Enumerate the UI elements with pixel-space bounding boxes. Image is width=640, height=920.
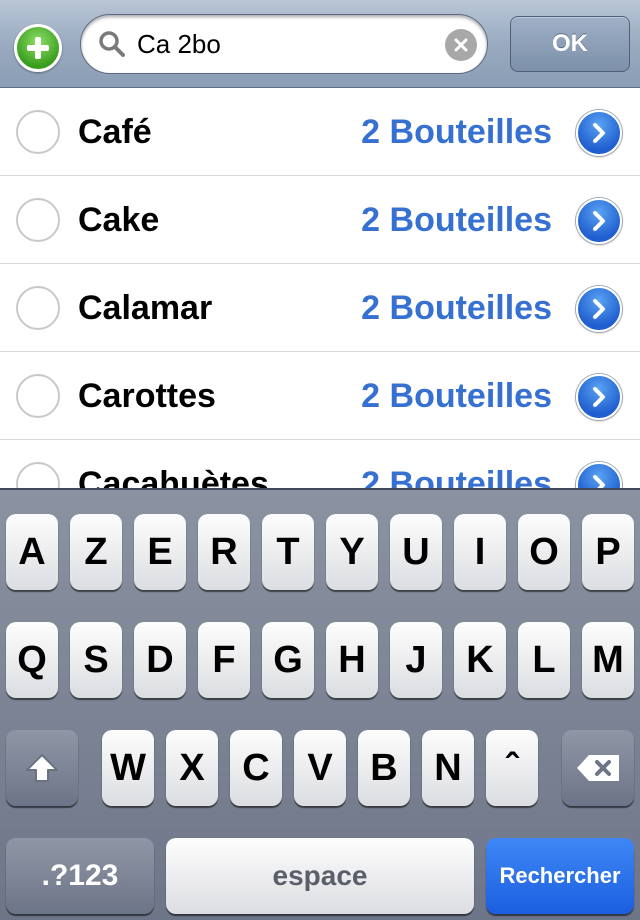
add-item-button[interactable] <box>14 24 62 72</box>
key-k[interactable]: K <box>454 622 506 698</box>
list-item[interactable]: Café 2 Bouteilles <box>0 88 640 176</box>
item-quantity: 2 Bouteilles <box>361 289 552 327</box>
item-quantity: 2 Bouteilles <box>361 113 552 151</box>
item-name: Café <box>78 113 152 151</box>
key-d[interactable]: D <box>134 622 186 698</box>
ok-button[interactable]: OK <box>510 16 630 72</box>
key-p[interactable]: P <box>582 514 634 590</box>
item-name: Carottes <box>78 377 216 415</box>
search-icon <box>99 31 125 57</box>
backspace-key[interactable] <box>562 730 634 806</box>
search-field[interactable] <box>80 14 488 74</box>
item-quantity: 2 Bouteilles <box>361 465 552 488</box>
search-input[interactable] <box>137 23 447 65</box>
key-s[interactable]: S <box>70 622 122 698</box>
item-name: Cake <box>78 201 160 239</box>
key-j[interactable]: J <box>390 622 442 698</box>
item-quantity: 2 Bouteilles <box>361 201 552 239</box>
key-c[interactable]: C <box>230 730 282 806</box>
key-g[interactable]: G <box>262 622 314 698</box>
key-r[interactable]: R <box>198 514 250 590</box>
key-a[interactable]: A <box>6 514 58 590</box>
key-e[interactable]: E <box>134 514 186 590</box>
space-key[interactable]: espace <box>166 838 474 914</box>
key-o[interactable]: O <box>518 514 570 590</box>
detail-disclosure-button[interactable] <box>576 462 622 488</box>
shift-key[interactable] <box>6 730 78 806</box>
item-name: Cacahuètes <box>78 465 269 488</box>
plus-icon <box>27 37 49 59</box>
results-list: Café 2 Bouteilles Cake 2 Bouteilles Cala… <box>0 88 640 488</box>
key-f[interactable]: F <box>198 622 250 698</box>
search-key[interactable]: Rechercher <box>486 838 634 914</box>
list-item[interactable]: Cacahuètes 2 Bouteilles <box>0 440 640 488</box>
detail-disclosure-button[interactable] <box>576 110 622 156</box>
select-radio[interactable] <box>16 110 60 154</box>
key-z[interactable]: Z <box>70 514 122 590</box>
select-radio[interactable] <box>16 462 60 488</box>
shift-icon <box>26 754 58 782</box>
key-n[interactable]: N <box>422 730 474 806</box>
backspace-icon <box>577 755 619 781</box>
numbers-key[interactable]: .?123 <box>6 838 154 914</box>
detail-disclosure-button[interactable] <box>576 286 622 332</box>
detail-disclosure-button[interactable] <box>576 374 622 420</box>
key-u[interactable]: U <box>390 514 442 590</box>
key-v[interactable]: V <box>294 730 346 806</box>
list-item[interactable]: Calamar 2 Bouteilles <box>0 264 640 352</box>
key-y[interactable]: Y <box>326 514 378 590</box>
chevron-right-icon <box>593 211 605 231</box>
chevron-right-icon <box>593 299 605 319</box>
select-radio[interactable] <box>16 198 60 242</box>
key-i[interactable]: I <box>454 514 506 590</box>
list-item[interactable]: Carottes 2 Bouteilles <box>0 352 640 440</box>
select-radio[interactable] <box>16 374 60 418</box>
key-q[interactable]: Q <box>6 622 58 698</box>
clear-icon <box>454 38 468 52</box>
key-l[interactable]: L <box>518 622 570 698</box>
item-name: Calamar <box>78 289 213 327</box>
key-b[interactable]: B <box>358 730 410 806</box>
key-w[interactable]: W <box>102 730 154 806</box>
search-bar: OK <box>0 0 640 88</box>
chevron-right-icon <box>593 387 605 407</box>
select-radio[interactable] <box>16 286 60 330</box>
key-circumflex[interactable]: ˆ <box>486 730 538 806</box>
chevron-right-icon <box>593 475 605 488</box>
item-quantity: 2 Bouteilles <box>361 377 552 415</box>
chevron-right-icon <box>593 123 605 143</box>
list-item[interactable]: Cake 2 Bouteilles <box>0 176 640 264</box>
key-h[interactable]: H <box>326 622 378 698</box>
key-x[interactable]: X <box>166 730 218 806</box>
key-m[interactable]: M <box>582 622 634 698</box>
key-t[interactable]: T <box>262 514 314 590</box>
detail-disclosure-button[interactable] <box>576 198 622 244</box>
keyboard: A Z E R T Y U I O P Q S D F G H J K L M … <box>0 488 640 920</box>
clear-search-button[interactable] <box>445 29 477 61</box>
